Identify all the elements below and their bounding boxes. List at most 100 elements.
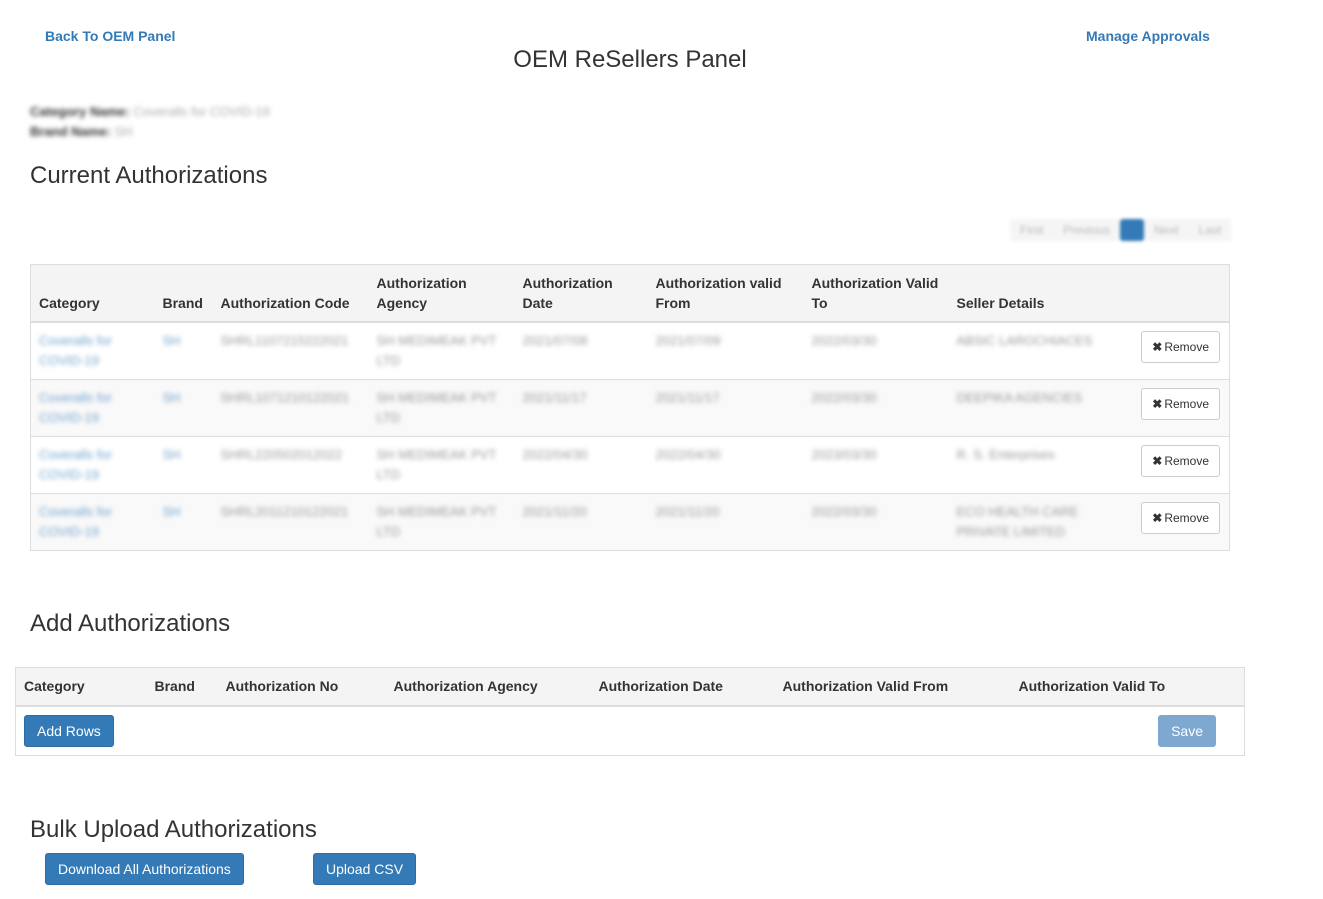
valid-from-cell: 2021/07/09 [647,321,804,380]
brand-name-info: Brand Name: SH [30,124,133,139]
col-authorization-date: Authorization Date [590,667,775,707]
valid-to-cell: 2022/03/30 [803,379,949,437]
remove-button[interactable]: ✖ Remove [1141,502,1220,534]
seller-details-cell: R. S. Enterprises [948,436,1129,494]
table-row: Coveralls for COVID-19 SH SHRL220502012022… [30,436,1230,494]
seller-details-value: ABSIC LAROCHIACES [956,333,1093,348]
table-row: Coveralls for COVID-19 SH SHRL110721522202… [30,321,1230,380]
authorization-date-value: 2021/11/20 [522,504,587,519]
table-header-row: Category Brand Authorization Code Author… [30,264,1230,323]
authorization-date-cell: 2021/11/17 [514,379,648,437]
upload-csv-button[interactable]: Upload CSV [313,853,417,885]
seller-details-cell: ECO HEALTH CARE PRIVATE LIMITED [948,493,1129,551]
brand-value[interactable]: SH [163,504,181,519]
remove-button[interactable]: ✖ Remove [1141,388,1220,420]
valid-to-value: 2022/03/30 [811,504,877,519]
seller-details-value: R. S. Enterprises [956,447,1055,462]
brand-cell: SH [154,493,213,551]
valid-to-cell: 2022/03/30 [803,321,949,380]
brand-value[interactable]: SH [163,333,181,348]
col-valid-to: Authorization Valid To [1010,667,1245,707]
authorization-agency-cell: SH MEDIMEAK PVT LTD [368,493,515,551]
col-seller-details: Seller Details [948,264,1129,323]
add-authorizations-table: Category Brand Authorization No Authoriz… [15,667,1245,756]
authorization-code-value: SHRL2011210122021 [220,504,349,519]
bulk-upload-heading: Bulk Upload Authorizations [30,816,317,843]
valid-from-value: 2022/04/30 [655,447,721,462]
col-authorization-code: Authorization Code [212,264,369,323]
table-row: Coveralls for COVID-19 SH SHRL201121012202… [30,493,1230,551]
add-actions-row: Add Rows Save [16,706,1245,756]
pagination-first[interactable]: First [1010,219,1054,241]
category-value[interactable]: Coveralls for COVID-19 [39,390,112,425]
pagination-previous[interactable]: Previous [1053,219,1121,241]
manage-approvals-link[interactable]: Manage Approvals [1086,28,1210,44]
authorization-code-cell: SHRL1071210122021 [212,379,369,437]
brand-cell: SH [154,436,213,494]
current-authorizations-table: Category Brand Authorization Code Author… [30,264,1230,551]
category-value[interactable]: Coveralls for COVID-19 [39,447,112,482]
col-actions [1128,264,1230,323]
category-name-label: Category Name: [30,104,130,119]
authorization-code-value: SHRL1071210122021 [220,390,350,405]
actions-cell: ✖ Remove [1128,436,1230,494]
pagination: First Previous 1 Next Last [1010,219,1232,241]
category-value[interactable]: Coveralls for COVID-19 [39,333,112,368]
authorization-code-cell: SHRL1107215222021 [212,321,369,380]
brand-value[interactable]: SH [163,390,181,405]
col-authorization-agency: Authorization Agency [368,264,515,323]
col-valid-from: Authorization Valid From [774,667,1011,707]
authorization-agency-value: SH MEDIMEAK PVT LTD [376,447,497,482]
pagination-next[interactable]: Next [1144,219,1189,241]
authorization-agency-value: SH MEDIMEAK PVT LTD [376,504,497,539]
col-valid-to: Authorization Valid To [803,264,949,323]
actions-cell: ✖ Remove [1128,379,1230,437]
authorization-date-cell: 2022/04/30 [514,436,648,494]
category-name-value: Coveralls for COVID-19 [133,104,270,119]
remove-button[interactable]: ✖ Remove [1141,445,1220,477]
back-to-oem-panel-link[interactable]: Back To OEM Panel [45,28,175,44]
authorization-code-cell: SHRL220502012022 [212,436,369,494]
brand-name-label: Brand Name: [30,124,111,139]
valid-from-value: 2021/11/17 [655,390,720,405]
category-value[interactable]: Coveralls for COVID-19 [39,504,112,539]
valid-to-cell: 2022/03/30 [803,493,949,551]
category-cell: Coveralls for COVID-19 [30,436,155,494]
seller-details-value: ECO HEALTH CARE PRIVATE LIMITED [956,504,1079,539]
remove-label: Remove [1164,454,1209,468]
pagination-last[interactable]: Last [1188,219,1232,241]
close-icon: ✖ [1152,454,1163,468]
valid-to-cell: 2023/03/30 [803,436,949,494]
authorization-agency-cell: SH MEDIMEAK PVT LTD [368,321,515,380]
seller-details-cell: DEEPIKA AGENCIES [948,379,1129,437]
add-authorizations-heading: Add Authorizations [30,610,231,637]
remove-button[interactable]: ✖ Remove [1141,331,1220,363]
page-title: OEM ReSellers Panel [513,46,747,73]
seller-details-value: DEEPIKA AGENCIES [956,390,1083,405]
save-button[interactable]: Save [1158,714,1216,747]
col-brand: Brand [154,264,213,323]
pagination-page-1[interactable]: 1 [1120,219,1145,241]
authorization-date-value: 2022/04/30 [522,447,588,462]
current-authorizations-heading: Current Authorizations [30,162,268,189]
valid-to-value: 2022/03/30 [811,333,877,348]
brand-value[interactable]: SH [163,447,181,462]
valid-from-cell: 2022/04/30 [647,436,804,494]
add-rows-button[interactable]: Add Rows [24,714,114,747]
col-valid-from: Authorization valid From [647,264,804,323]
brand-cell: SH [154,379,213,437]
valid-from-value: 2021/11/20 [655,504,720,519]
download-all-authorizations-button[interactable]: Download All Authorizations [45,853,244,885]
authorization-code-value: SHRL1107215222021 [220,333,349,348]
authorization-code-cell: SHRL2011210122021 [212,493,369,551]
valid-from-value: 2021/07/09 [655,333,721,348]
authorization-agency-cell: SH MEDIMEAK PVT LTD [368,436,515,494]
col-authorization-date: Authorization Date [514,264,648,323]
brand-cell: SH [154,321,213,380]
brand-name-value: SH [114,124,133,139]
table-row: Coveralls for COVID-19 SH SHRL107121012202… [30,379,1230,437]
close-icon: ✖ [1152,511,1163,525]
remove-label: Remove [1164,340,1209,354]
authorization-date-value: 2021/11/17 [522,390,587,405]
col-category: Category [15,667,147,707]
